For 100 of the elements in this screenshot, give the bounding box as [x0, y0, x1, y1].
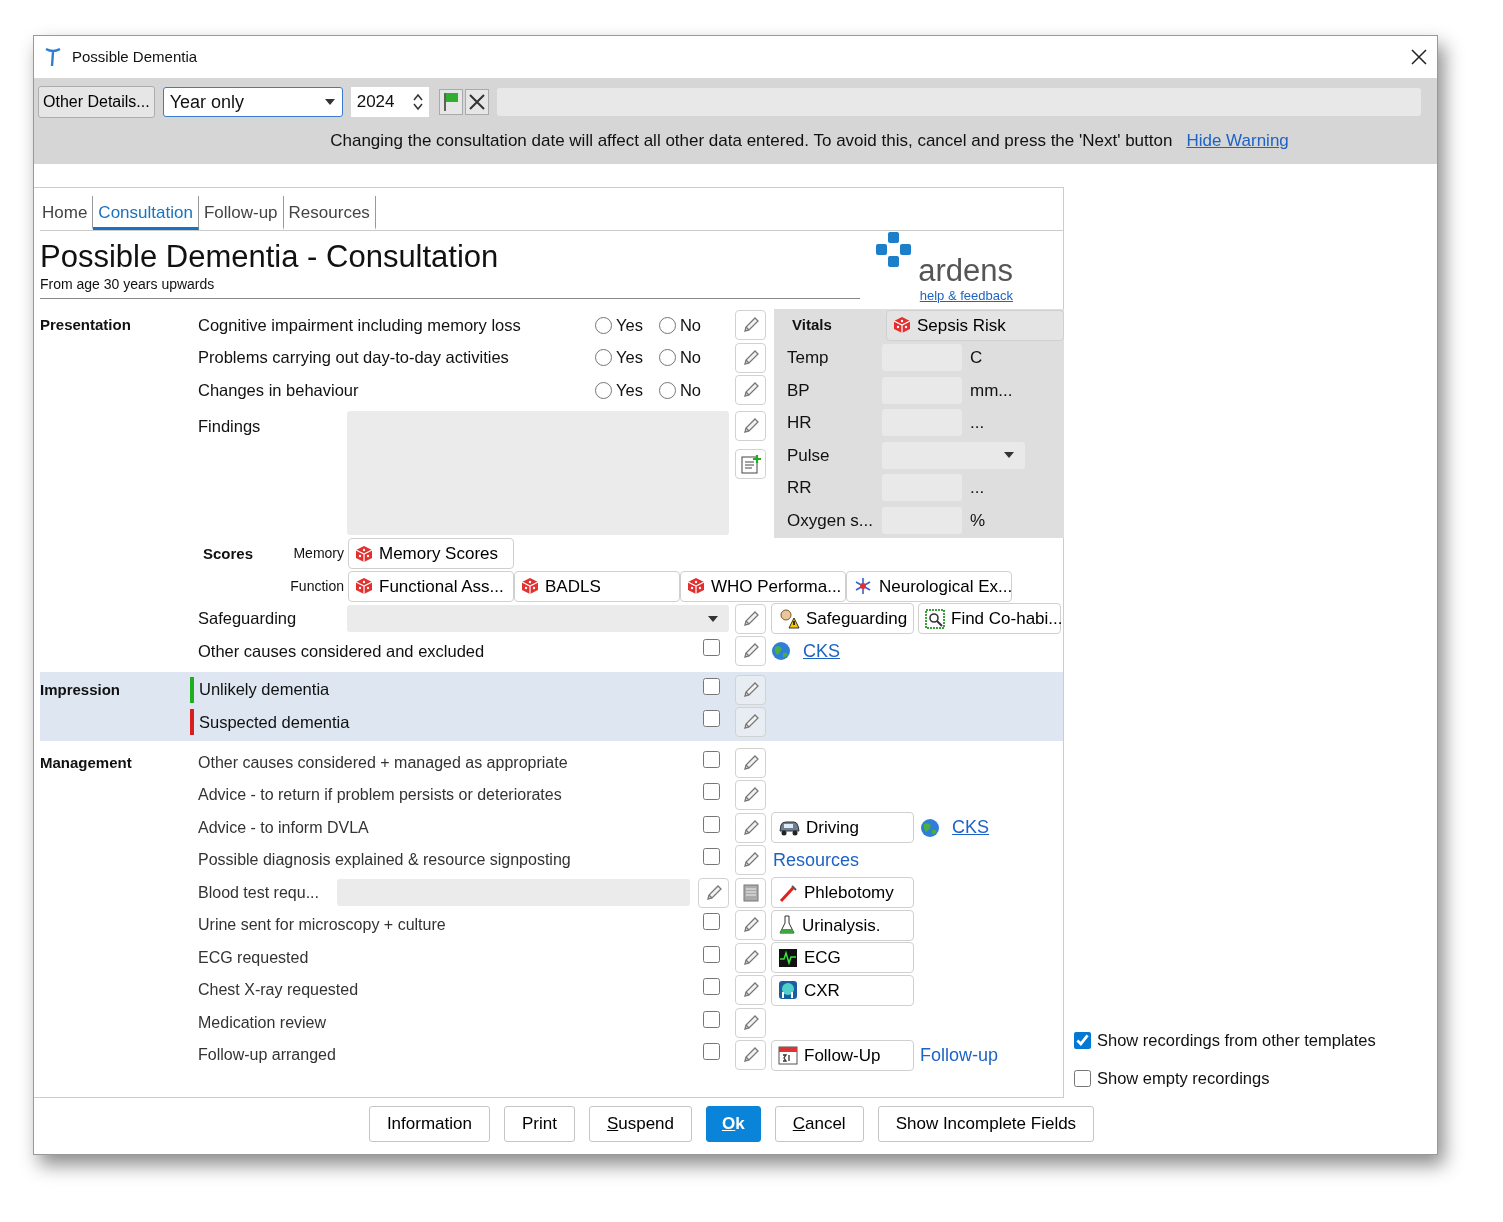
action-button[interactable]: Follow-Up: [771, 1039, 914, 1071]
action-button[interactable]: Neurological Ex...: [846, 570, 1012, 602]
action-button[interactable]: Memory Scores: [348, 538, 514, 570]
year-spinner[interactable]: 2024: [350, 87, 429, 117]
checkbox[interactable]: [703, 750, 720, 768]
pencil-icon: [741, 680, 760, 699]
document-button[interactable]: [735, 877, 766, 908]
action-button[interactable]: CXR: [771, 974, 914, 1006]
action-button[interactable]: Functional Ass...: [348, 570, 514, 602]
link[interactable]: Resources: [773, 846, 860, 874]
vital-label: BP: [786, 379, 811, 402]
pencil-icon: [741, 786, 760, 805]
help-link[interactable]: help & feedback: [919, 286, 1013, 306]
edit-button[interactable]: [698, 877, 729, 908]
edit-button[interactable]: [735, 780, 766, 811]
action-button[interactable]: WHO Performa...: [680, 570, 846, 602]
edit-button[interactable]: [735, 603, 766, 634]
sepsis-risk-button[interactable]: Sepsis Risk: [886, 309, 1064, 341]
edit-button[interactable]: [735, 636, 766, 667]
row-label: Follow-up arranged: [198, 1045, 337, 1066]
edit-button[interactable]: [735, 375, 766, 406]
other-details-button[interactable]: Other Details...: [38, 86, 155, 118]
pencil-icon: [741, 851, 760, 870]
dialog-button[interactable]: Show Incomplete Fields: [877, 1106, 1095, 1142]
edit-button[interactable]: [735, 975, 766, 1006]
globe-icon[interactable]: [920, 817, 940, 838]
checkbox[interactable]: [703, 978, 720, 996]
action-button[interactable]: Safeguarding: [771, 603, 914, 635]
pencil-icon: [704, 883, 723, 902]
app-icon: [44, 47, 62, 67]
action-button[interactable]: Driving: [771, 812, 914, 844]
edit-button[interactable]: [735, 410, 766, 441]
radio-button[interactable]: [595, 349, 612, 367]
pencil-icon: [741, 916, 760, 935]
action-button[interactable]: Find Co-habi...: [918, 603, 1061, 635]
edit-button[interactable]: [735, 310, 766, 341]
radio-label: No: [679, 347, 701, 369]
tab[interactable]: Consultation: [93, 196, 199, 230]
edit-button[interactable]: [735, 1040, 766, 1071]
close-icon[interactable]: [1411, 49, 1427, 65]
pencil-icon: [741, 818, 760, 837]
dialog-button[interactable]: Suspend: [588, 1106, 692, 1142]
cks-link[interactable]: CKS: [952, 814, 989, 842]
checkbox[interactable]: [703, 783, 720, 801]
globe-icon[interactable]: [771, 641, 791, 662]
dialog-button[interactable]: Cancel: [774, 1106, 864, 1142]
date-mode-dropdown[interactable]: Year only: [162, 87, 343, 117]
dialog-button[interactable]: Print: [503, 1106, 575, 1142]
action-button[interactable]: BADLS: [514, 570, 680, 602]
action-button[interactable]: Urinalysis.: [771, 909, 914, 941]
edit-button[interactable]: [735, 674, 766, 705]
clear-icon[interactable]: [464, 89, 489, 115]
checkbox[interactable]: [703, 815, 720, 833]
group-label: Function: [289, 576, 345, 596]
edit-button[interactable]: [735, 747, 766, 778]
edit-button[interactable]: [735, 342, 766, 373]
section-heading: Vitals: [791, 315, 833, 335]
checkbox[interactable]: [1074, 1069, 1091, 1087]
edit-button[interactable]: [735, 707, 766, 738]
checkbox[interactable]: [1074, 1031, 1091, 1049]
edit-button[interactable]: [735, 1007, 766, 1038]
checkbox-label: Show recordings from other templates: [1097, 1029, 1376, 1051]
vital-label: Oxygen s...: [786, 509, 874, 532]
dice-icon: [893, 316, 911, 335]
add-note-button[interactable]: [735, 448, 766, 479]
dialog-button[interactable]: Ok: [706, 1106, 761, 1142]
action-button[interactable]: Phlebotomy: [771, 877, 914, 909]
dice-icon: [687, 577, 705, 596]
tab[interactable]: Resources: [283, 196, 376, 230]
checkbox[interactable]: [703, 1010, 720, 1028]
checkbox[interactable]: [703, 639, 720, 657]
checkbox[interactable]: [703, 677, 720, 695]
edit-button[interactable]: [735, 845, 766, 876]
checkbox[interactable]: [703, 1043, 720, 1061]
radio-button[interactable]: [658, 381, 676, 399]
row-label: Safeguarding: [198, 608, 298, 630]
radio-button[interactable]: [595, 316, 612, 334]
checkbox[interactable]: [703, 848, 720, 866]
question-label: Problems carrying out day-to-day activities: [198, 347, 510, 369]
radio-button[interactable]: [658, 349, 676, 367]
radio-label: Yes: [616, 379, 643, 401]
link[interactable]: Follow-up: [920, 1041, 999, 1069]
hide-warning-link[interactable]: Hide Warning: [1186, 128, 1289, 154]
dialog-button[interactable]: Information: [368, 1106, 490, 1142]
flag-icon[interactable]: [438, 89, 463, 115]
edit-button[interactable]: [735, 942, 766, 973]
tab[interactable]: Follow-up: [198, 196, 284, 230]
cks-link[interactable]: CKS: [803, 637, 840, 665]
dropdown-arrow-icon: [1003, 451, 1015, 460]
checkbox[interactable]: [703, 913, 720, 931]
checkbox[interactable]: [703, 710, 720, 728]
edit-button[interactable]: [735, 910, 766, 941]
action-button[interactable]: ECG: [771, 942, 914, 974]
edit-button[interactable]: [735, 812, 766, 843]
radio-button[interactable]: [658, 316, 676, 334]
radio-button[interactable]: [595, 381, 612, 399]
checkbox[interactable]: [703, 945, 720, 963]
warning-person-icon: [778, 608, 800, 629]
tab[interactable]: Home: [40, 196, 94, 230]
pencil-icon: [741, 416, 760, 435]
